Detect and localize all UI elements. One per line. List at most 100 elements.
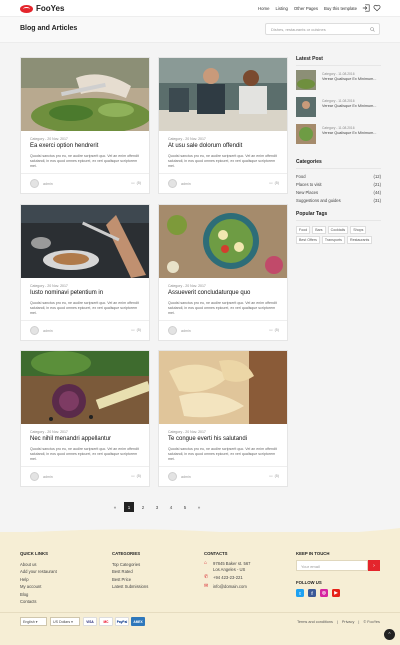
login-icon[interactable] [362,4,370,12]
card-author[interactable]: admin [181,475,191,479]
terms-link[interactable]: Terms and conditions [297,620,333,624]
pagination-page[interactable]: 4 [166,502,176,512]
tag[interactable]: Transports [321,236,345,244]
blog-card-image[interactable] [159,351,287,424]
footer-link[interactable]: Top Categories [112,561,148,568]
blog-card[interactable]: Category - 20 Nov. 2017 Te congue everti… [158,350,288,487]
currency-select[interactable]: US Dollars ▾ [50,617,80,626]
latest-post-title[interactable]: Verear Qualisque Ex Minimum... [322,131,380,136]
contact-email[interactable]: ✉ info@domain.com [204,583,250,590]
card-author[interactable]: admin [181,182,191,186]
blog-card[interactable]: Category - 20 Nov. 2017 Ea exerci option… [20,57,150,194]
nav-other-pages[interactable]: Other Pages [294,6,318,11]
pagination-page[interactable]: 2 [138,502,148,512]
avatar [168,326,177,335]
latest-post-item[interactable]: Category - 11.08.2016 Verear Qualisque E… [296,70,381,90]
card-comments[interactable]: ▭ (5) [269,474,279,478]
card-title[interactable]: Te congue everti his salutandi [168,436,247,442]
category-item[interactable]: Suggestions and guides (31) [296,198,381,203]
language-select[interactable]: English ▾ [20,617,47,626]
card-comments[interactable]: ▭ (5) [131,474,141,478]
blog-card-image[interactable] [21,351,149,424]
latest-post-title[interactable]: Verear Qualisque Ex Minimum... [322,77,380,82]
back-to-top-button[interactable]: ⌃ [384,629,395,640]
card-author[interactable]: admin [43,182,53,186]
card-divider [159,466,287,467]
card-author[interactable]: admin [181,329,191,333]
pagination-next[interactable]: » [194,502,204,512]
blog-card[interactable]: Category - 20 Nov. 2017 Iusto nominavi p… [20,204,150,341]
footer-link[interactable]: Contacts [20,598,57,605]
footer-link[interactable]: Add your restaurant [20,568,57,575]
tag[interactable]: Best Offers [296,236,320,244]
divider [296,168,381,169]
facebook-icon[interactable]: f [308,589,316,597]
phone-number: +94 423-23-221 [213,575,243,580]
blog-card[interactable]: Category - 20 Nov. 2017 Nec nihil menand… [20,350,150,487]
footer-categories-heading: CATEGORIES [112,551,141,556]
card-author[interactable]: admin [43,329,53,333]
card-comments[interactable]: ▭ (5) [131,181,141,185]
category-item[interactable]: Food (12) [296,174,381,179]
newsletter-email-input[interactable]: Your email [296,560,368,571]
tag[interactable]: Food [296,226,311,234]
nav-home[interactable]: Home [258,6,269,11]
search-icon[interactable] [370,27,375,32]
pagination-page[interactable]: 5 [180,502,190,512]
card-meta: Category - 20 Nov. 2017 [168,137,206,141]
logo[interactable]: FooYes [20,4,64,13]
tag[interactable]: Bars [312,226,326,234]
pagination-page[interactable]: 1 [124,502,134,512]
footer-link[interactable]: About us [20,561,57,568]
card-title[interactable]: Ea exerci option hendrerit [30,143,98,149]
latest-post-item[interactable]: Category - 11.08.2016 Verear Qualisque E… [296,97,381,117]
latest-post-thumb[interactable] [296,97,316,117]
card-comments[interactable]: ▭ (5) [269,328,279,332]
contacts-column: CONTACTS ⌂ 97845 Baker st. 567 Los Angele… [204,551,250,592]
category-item[interactable]: New Places (44) [296,190,381,195]
card-comments[interactable]: ▭ (5) [131,328,141,332]
instagram-icon[interactable]: ◎ [320,589,328,597]
nav-buy-template[interactable]: Buy this template [324,6,357,11]
card-author[interactable]: admin [43,475,53,479]
blog-card-image[interactable] [159,58,287,131]
card-title[interactable]: Assueverit concludaturque quo [168,290,250,296]
card-title[interactable]: At usu sale dolorum offendit [168,143,242,149]
card-comments[interactable]: ▭ (5) [269,181,279,185]
pagination: « 1 2 3 4 5 » [110,502,204,512]
blog-card-image[interactable] [21,205,149,278]
footer-link[interactable]: Best Rated [112,568,148,575]
card-title[interactable]: Iusto nominavi petentium in [30,290,103,296]
footer-link[interactable]: Help [20,576,57,583]
pagination-prev[interactable]: « [110,502,120,512]
search-input[interactable]: Dishes, restaurants or cuisines [265,23,380,35]
footer-link[interactable]: My account [20,583,57,590]
privacy-link[interactable]: Privacy [342,620,354,624]
latest-post-title[interactable]: Verear Qualisque Ex Minimum... [322,104,380,109]
blog-card-image[interactable] [21,58,149,131]
newsletter-submit-button[interactable]: › [368,560,380,571]
footer-link[interactable]: Blog [20,591,57,598]
latest-post-thumb[interactable] [296,124,316,144]
tag[interactable]: Cocktails [327,226,349,234]
nav-listing[interactable]: Listing [275,6,287,11]
blog-card[interactable]: Category - 20 Nov. 2017 Assueverit concl… [158,204,288,341]
twitter-icon[interactable]: t [296,589,304,597]
tag[interactable]: Restaurants [346,236,373,244]
contact-phone[interactable]: ✆ +94 423-23-221 [204,574,250,581]
category-name: Food [296,174,306,179]
card-title[interactable]: Nec nihil menandri appellantur [30,436,111,442]
blog-card-image[interactable] [159,205,287,278]
avatar [168,179,177,188]
wishlist-heart-icon[interactable] [373,4,381,12]
pagination-page[interactable]: 3 [152,502,162,512]
blog-card[interactable]: Category - 20 Nov. 2017 At usu sale dolo… [158,57,288,194]
category-item[interactable]: Places to visit (21) [296,182,381,187]
comment-count: (5) [136,328,141,332]
latest-post-item[interactable]: Category - 11.08.2016 Verear Qualisque E… [296,124,381,144]
youtube-icon[interactable]: ▶ [332,589,340,597]
footer-link[interactable]: Best Price [112,576,148,583]
latest-post-thumb[interactable] [296,70,316,90]
footer-link[interactable]: Latest Submissions [112,583,148,590]
tag[interactable]: Shops [350,226,367,234]
